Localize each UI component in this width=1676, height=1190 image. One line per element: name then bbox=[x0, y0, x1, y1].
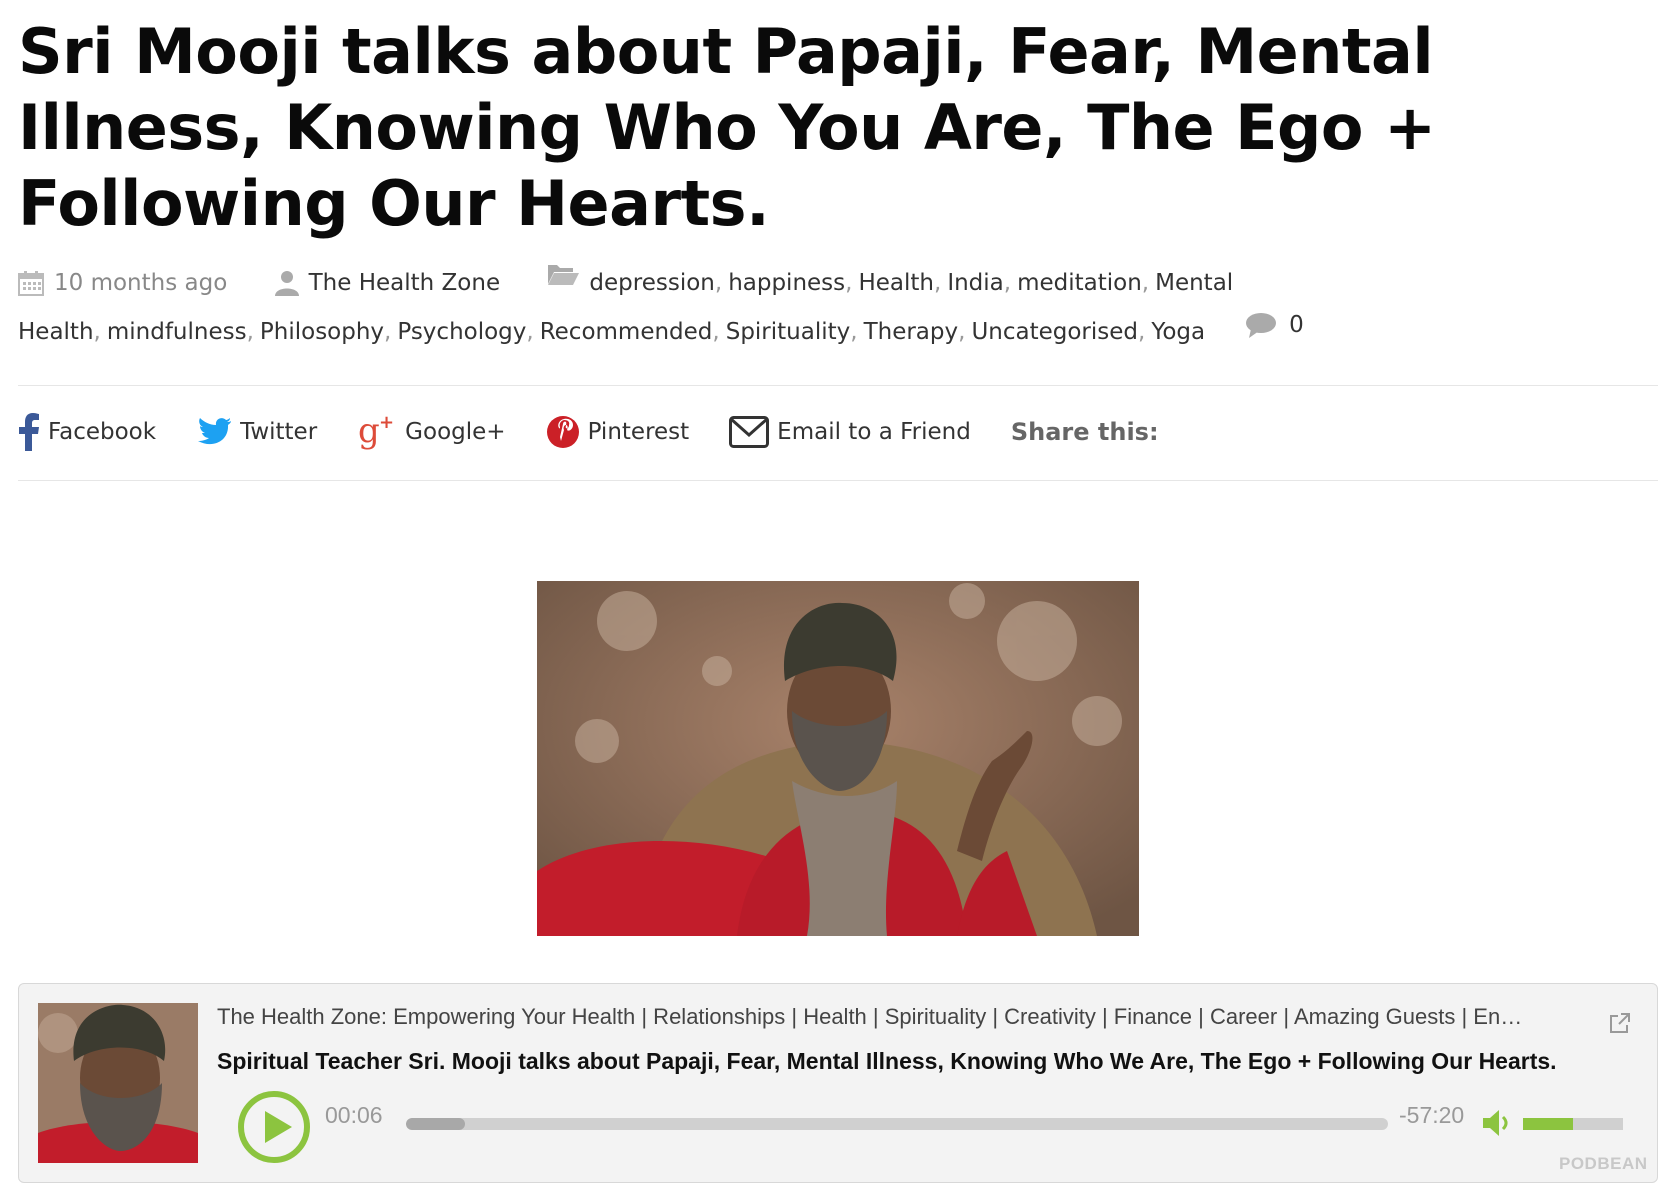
category-separator: , bbox=[1003, 270, 1012, 296]
post-title: Sri Mooji talks about Papaji, Fear, Ment… bbox=[18, 15, 1436, 240]
category-separator: , bbox=[958, 319, 966, 345]
category-separator: , bbox=[526, 319, 534, 345]
share-twitter-button[interactable]: Twitter bbox=[196, 417, 317, 447]
divider bbox=[18, 385, 1658, 386]
category-link[interactable]: Spirituality bbox=[726, 319, 851, 345]
svg-text:+: + bbox=[379, 412, 394, 433]
twitter-icon bbox=[198, 418, 232, 445]
calendar-icon bbox=[18, 271, 44, 296]
twitter-label[interactable]: Twitter bbox=[240, 419, 317, 445]
category-link[interactable]: Yoga bbox=[1151, 319, 1205, 345]
category-separator: , bbox=[714, 270, 723, 296]
volume-slider[interactable] bbox=[1523, 1118, 1623, 1130]
category-separator: , bbox=[1141, 270, 1150, 296]
share-bar: Facebook Twitter g + Google+ Pinterest E… bbox=[18, 410, 1658, 454]
googleplus-icon: g + bbox=[358, 412, 394, 451]
pinterest-icon bbox=[546, 416, 579, 448]
category-link[interactable]: Health bbox=[858, 270, 934, 296]
remaining-time: -57:20 bbox=[1399, 1102, 1465, 1128]
category-separator: , bbox=[93, 319, 101, 345]
podbean-logo[interactable]: PODBEAN bbox=[1559, 1154, 1648, 1174]
post-author[interactable]: The Health Zone bbox=[274, 262, 500, 304]
category-separator: , bbox=[384, 319, 392, 345]
category-link[interactable]: India bbox=[947, 270, 1003, 296]
podcast-player: The Health Zone: Empowering Your Health … bbox=[18, 983, 1658, 1183]
share-email-button[interactable]: Email to a Friend bbox=[729, 416, 971, 448]
category-separator: , bbox=[1138, 319, 1146, 345]
svg-text:g: g bbox=[358, 412, 380, 451]
category-link[interactable]: Recommended bbox=[540, 319, 713, 345]
category-link[interactable]: Psychology bbox=[397, 319, 526, 345]
podcast-name[interactable]: The Health Zone: Empowering Your Health … bbox=[217, 1004, 1527, 1030]
category-link[interactable]: depression bbox=[589, 270, 714, 296]
post-categories bbox=[547, 262, 589, 286]
category-link[interactable]: happiness bbox=[728, 270, 845, 296]
post-comments[interactable]: 0 bbox=[1245, 304, 1304, 346]
post-date: 10 months ago bbox=[18, 262, 227, 304]
divider bbox=[18, 480, 1658, 481]
facebook-label[interactable]: Facebook bbox=[48, 419, 156, 445]
envelope-icon bbox=[729, 416, 770, 448]
progress-bar[interactable] bbox=[406, 1118, 1388, 1130]
email-label[interactable]: Email to a Friend bbox=[777, 419, 971, 445]
current-time: 00:06 bbox=[325, 1102, 383, 1128]
category-separator: , bbox=[712, 319, 720, 345]
episode-title[interactable]: Spiritual Teacher Sri. Mooji talks about… bbox=[217, 1048, 1637, 1075]
share-title: Share this: bbox=[1010, 418, 1159, 446]
author-link[interactable]: The Health Zone bbox=[309, 262, 500, 304]
category-separator: , bbox=[246, 319, 254, 345]
podcast-thumbnail bbox=[38, 1003, 198, 1163]
googleplus-label[interactable]: Google+ bbox=[405, 419, 505, 445]
user-icon bbox=[274, 271, 299, 296]
date-text: 10 months ago bbox=[54, 270, 228, 296]
featured-image bbox=[537, 581, 1139, 936]
share-googleplus-button[interactable]: g + Google+ bbox=[357, 412, 505, 452]
external-link-icon[interactable] bbox=[1609, 1012, 1631, 1034]
progress-fill bbox=[406, 1118, 465, 1130]
share-facebook-button[interactable]: Facebook bbox=[18, 413, 156, 451]
volume-icon[interactable] bbox=[1481, 1108, 1513, 1138]
category-link[interactable]: meditation bbox=[1017, 270, 1142, 296]
facebook-icon bbox=[19, 413, 39, 451]
post-meta: 10 months ago The Health Zone depression… bbox=[18, 262, 1658, 353]
volume-fill bbox=[1523, 1118, 1573, 1130]
category-link[interactable]: Uncategorised bbox=[971, 319, 1138, 345]
folder-icon bbox=[548, 265, 580, 285]
category-link[interactable]: Philosophy bbox=[260, 319, 384, 345]
comment-count[interactable]: 0 bbox=[1289, 304, 1304, 346]
comment-bubble-icon bbox=[1246, 313, 1277, 338]
share-pinterest-button[interactable]: Pinterest bbox=[546, 415, 690, 449]
category-link[interactable]: mindfulness bbox=[107, 319, 247, 345]
play-button[interactable] bbox=[237, 1090, 311, 1164]
pinterest-label[interactable]: Pinterest bbox=[588, 419, 690, 445]
category-separator: , bbox=[934, 270, 942, 296]
category-link[interactable]: Therapy bbox=[864, 319, 959, 345]
category-separator: , bbox=[850, 319, 858, 345]
category-separator: , bbox=[845, 270, 853, 296]
